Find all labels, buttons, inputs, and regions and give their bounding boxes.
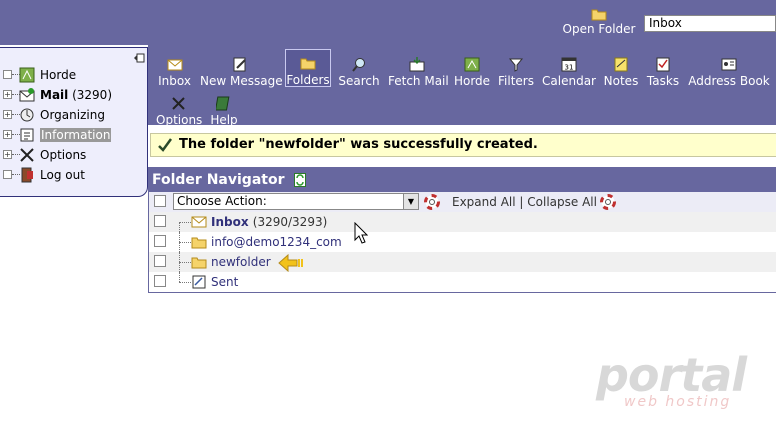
expand-toggle[interactable]: + <box>3 150 12 159</box>
collapse-all-link[interactable]: Collapse All <box>527 195 597 209</box>
inbox-folder-icon <box>191 216 207 228</box>
horde-icon <box>464 57 480 72</box>
expand-toggle[interactable]: + <box>3 130 12 139</box>
svg-text:31: 31 <box>565 64 574 72</box>
folder-select[interactable]: Inbox <box>644 15 776 32</box>
notes-icon <box>614 57 628 72</box>
choose-action-select[interactable]: Choose Action: ▼ <box>173 193 419 210</box>
fetch-mail-icon <box>409 57 425 72</box>
toolbar-folders[interactable]: Folders <box>285 49 331 87</box>
folder-icon <box>191 237 207 249</box>
toolbar-calendar[interactable]: 31 Calendar <box>542 51 596 88</box>
highlight-arrow-icon <box>278 254 303 272</box>
information-icon <box>20 128 34 142</box>
toolbar: Inbox New Message Folders Search Fetch M… <box>148 45 776 127</box>
expand-all-link[interactable]: Expand All <box>452 195 516 209</box>
folder-icon <box>191 257 207 269</box>
toolbar-new-message[interactable]: New Message <box>200 51 283 88</box>
sidebar-item-information[interactable]: + Information <box>0 125 146 145</box>
folder-row-info[interactable]: info@demo1234_com <box>149 232 776 252</box>
sidebar-item-organizing[interactable]: + Organizing <box>0 105 146 125</box>
sidebar-item-horde[interactable]: Horde <box>0 65 146 85</box>
search-icon <box>352 58 365 72</box>
toolbar-filters[interactable]: Filters <box>498 51 534 88</box>
folder-checkbox[interactable] <box>154 235 166 247</box>
sidebar-collapse-icon[interactable] <box>133 53 145 63</box>
open-folder-button[interactable]: Open Folder <box>562 8 636 36</box>
tasks-icon <box>656 57 670 72</box>
options-icon <box>20 148 34 162</box>
help-lifebuoy-icon[interactable] <box>424 194 440 210</box>
folders-icon <box>300 58 316 70</box>
action-row: Choose Action: ▼ Expand All | Collapse A… <box>149 192 776 212</box>
folder-navigator: Folder Navigator Choose Action: ▼ Expand… <box>148 167 776 293</box>
expand-toggle[interactable] <box>3 70 12 79</box>
expand-toggle[interactable]: + <box>3 110 12 119</box>
toolbar-help[interactable]: Help <box>208 90 240 127</box>
folder-checkbox[interactable] <box>154 215 166 227</box>
address-book-icon <box>721 58 737 71</box>
calendar-icon: 31 <box>561 57 577 72</box>
folder-row-sent[interactable]: Sent <box>149 272 776 292</box>
toolbar-fetch-mail[interactable]: Fetch Mail <box>388 51 449 88</box>
horde-icon <box>19 67 35 83</box>
expand-collapse-links: Expand All | Collapse All <box>452 195 597 209</box>
toolbar-horde[interactable]: Horde <box>453 51 491 88</box>
toolbar-inbox[interactable]: Inbox <box>158 51 191 88</box>
success-notification: The folder "newfolder" was successfully … <box>150 133 776 157</box>
logout-icon <box>21 167 33 183</box>
expand-toggle[interactable]: + <box>3 90 12 99</box>
separator: | <box>519 195 524 209</box>
checkmark-icon <box>158 138 173 152</box>
help-lifebuoy-icon[interactable] <box>600 194 616 210</box>
portal-watermark: portal web hosting <box>596 352 756 412</box>
watermark-sub: web hosting <box>624 394 732 410</box>
folder-row-inbox[interactable]: Inbox (3290/3293) <box>149 212 776 232</box>
refresh-icon[interactable] <box>294 173 306 187</box>
inbox-icon <box>167 59 182 71</box>
top-bar: Open Folder Inbox <box>0 0 776 45</box>
open-folder-label: Open Folder <box>562 22 636 36</box>
toolbar-address-book[interactable]: Address Book <box>688 51 770 88</box>
navigator-title: Folder Navigator <box>152 172 285 188</box>
toolbar-tasks[interactable]: Tasks <box>645 51 681 88</box>
folder-checkbox[interactable] <box>154 255 166 267</box>
expand-toggle[interactable] <box>3 170 12 179</box>
watermark-brand: portal <box>596 348 747 402</box>
organizing-icon <box>20 108 34 122</box>
sent-folder-icon <box>192 275 206 289</box>
sidebar-item-logout[interactable]: Log out <box>0 165 146 185</box>
toolbar-notes[interactable]: Notes <box>602 51 640 88</box>
sidebar: Horde + Mail (3290) + Organizing + Infor… <box>0 47 148 197</box>
toolbar-options[interactable]: Options <box>156 90 202 127</box>
mail-icon <box>19 88 35 102</box>
options-icon <box>172 97 185 110</box>
open-folder-icon <box>591 9 607 21</box>
help-icon <box>216 96 230 111</box>
new-message-icon <box>233 57 246 72</box>
sidebar-item-mail[interactable]: + Mail (3290) <box>0 85 146 105</box>
toolbar-search[interactable]: Search <box>337 51 381 88</box>
folder-checkbox[interactable] <box>154 275 166 287</box>
sidebar-item-options[interactable]: + Options <box>0 145 146 165</box>
chevron-down-icon[interactable]: ▼ <box>403 194 418 209</box>
notification-message: The folder "newfolder" was successfully … <box>179 137 538 152</box>
select-all-checkbox[interactable] <box>154 195 166 207</box>
folder-row-newfolder[interactable]: newfolder <box>149 252 776 272</box>
filter-icon <box>508 58 524 72</box>
mouse-pointer-icon <box>354 222 368 244</box>
navigator-header: Folder Navigator <box>149 168 776 192</box>
